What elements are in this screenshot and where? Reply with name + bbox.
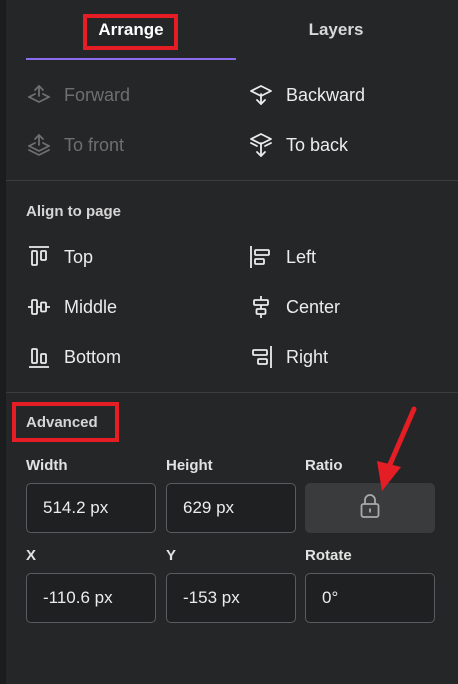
x-input[interactable] xyxy=(26,573,156,623)
to-back-button[interactable]: To back xyxy=(248,128,348,162)
tab-layers[interactable]: Layers xyxy=(236,0,436,60)
backward-button[interactable]: Backward xyxy=(248,78,365,112)
advanced-section-title: Advanced xyxy=(26,414,98,431)
align-middle-button[interactable]: Middle xyxy=(26,290,117,324)
align-section-title: Align to page xyxy=(26,203,121,220)
to-front-button[interactable]: To front xyxy=(26,128,124,162)
align-center-button[interactable]: Center xyxy=(248,290,340,324)
align-center-icon xyxy=(248,294,274,320)
align-right-icon xyxy=(248,344,274,370)
section-divider xyxy=(6,180,458,181)
align-left-button[interactable]: Left xyxy=(248,240,316,274)
x-label: X xyxy=(26,547,37,564)
rotate-input[interactable] xyxy=(305,573,435,623)
ratio-lock-button[interactable] xyxy=(305,483,435,533)
layer-down-icon xyxy=(248,82,274,108)
annotation-arrow-icon xyxy=(377,406,417,491)
layer-up-icon xyxy=(26,82,52,108)
tab-bar: Arrange Layers xyxy=(26,0,436,62)
layer-top-icon xyxy=(26,132,52,158)
to-back-label: To back xyxy=(286,134,349,155)
y-label: Y xyxy=(166,547,177,564)
tab-arrange[interactable]: Arrange xyxy=(26,0,236,60)
align-bottom-label: Bottom xyxy=(64,346,122,367)
panel-left-edge xyxy=(0,0,6,684)
height-label: Height xyxy=(166,457,213,474)
align-left-icon xyxy=(248,244,274,270)
align-bottom-button[interactable]: Bottom xyxy=(26,340,121,374)
align-right-label: Right xyxy=(286,346,329,367)
width-input[interactable] xyxy=(26,483,156,533)
align-right-button[interactable]: Right xyxy=(248,340,328,374)
section-divider xyxy=(6,392,458,393)
rotate-label: Rotate xyxy=(305,547,352,564)
align-center-label: Center xyxy=(286,296,341,317)
align-top-button[interactable]: Top xyxy=(26,240,93,274)
lock-icon xyxy=(358,493,382,524)
width-label: Width xyxy=(26,457,68,474)
height-input[interactable] xyxy=(166,483,296,533)
align-left-label: Left xyxy=(286,246,317,267)
align-middle-icon xyxy=(26,294,52,320)
layer-bottom-icon xyxy=(248,132,274,158)
y-input[interactable] xyxy=(166,573,296,623)
align-bottom-icon xyxy=(26,344,52,370)
forward-label: Forward xyxy=(64,84,131,105)
active-tab-indicator xyxy=(26,58,236,60)
forward-button[interactable]: Forward xyxy=(26,78,130,112)
to-front-label: To front xyxy=(64,134,125,155)
align-top-label: Top xyxy=(64,246,94,267)
align-top-icon xyxy=(26,244,52,270)
align-middle-label: Middle xyxy=(64,296,118,317)
backward-label: Backward xyxy=(286,84,366,105)
ratio-label: Ratio xyxy=(305,457,343,474)
